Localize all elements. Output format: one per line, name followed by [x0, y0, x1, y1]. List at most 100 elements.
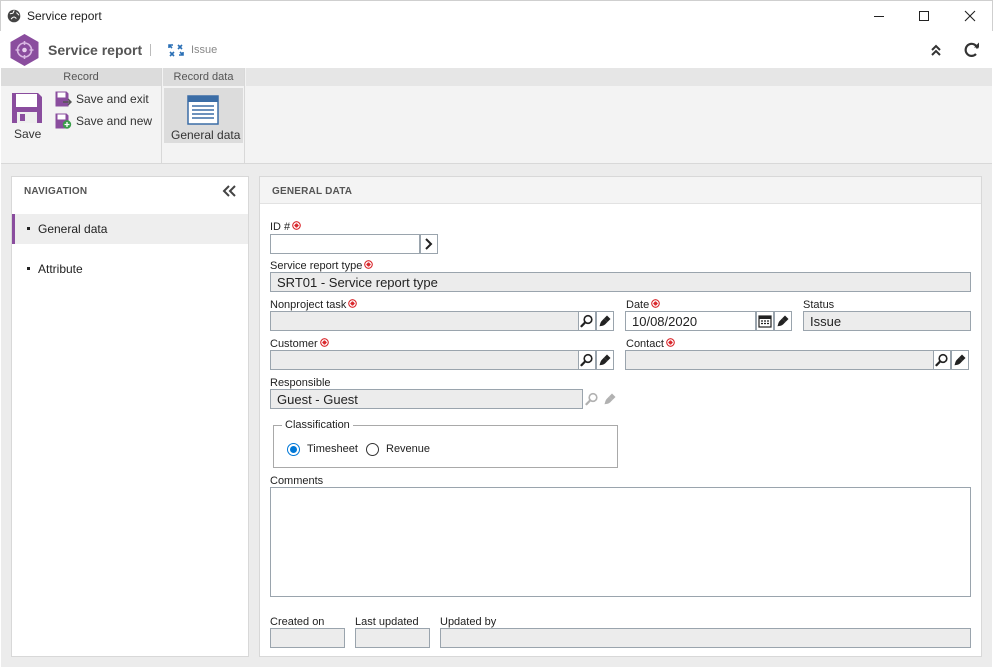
service-report-type-field[interactable]: SRT01 - Service report type [270, 272, 971, 292]
responsible-search-button [583, 389, 601, 409]
required-icon [666, 338, 675, 347]
date-input[interactable] [625, 311, 756, 331]
updated-by-label: Updated by [440, 616, 497, 628]
workflow-icon [168, 44, 184, 57]
app-header: Service report Issue [1, 31, 992, 68]
search-icon [580, 353, 594, 367]
save-and-exit-button[interactable]: Save and exit [54, 90, 158, 108]
classification-legend: Classification [282, 419, 353, 431]
navigation-title: NAVIGATION [24, 186, 88, 197]
contact-search-button[interactable] [933, 350, 951, 370]
responsible-clear-button [601, 389, 619, 409]
created-on-field [270, 628, 345, 648]
radio-button-selected[interactable] [287, 443, 300, 456]
close-button[interactable] [947, 1, 993, 31]
customer-field[interactable] [270, 350, 579, 370]
save-label: Save [14, 127, 42, 141]
status-label: Status [803, 299, 835, 311]
id-input[interactable] [270, 234, 420, 254]
ribbon-group-record-data: Record data [163, 68, 244, 86]
chevron-right-icon [425, 238, 433, 250]
customer-clear-button[interactable] [596, 350, 614, 370]
save-and-exit-label: Save and exit [76, 92, 149, 106]
save-and-new-button[interactable]: Save and new [54, 112, 158, 130]
contact-clear-button[interactable] [951, 350, 969, 370]
eraser-icon [603, 392, 617, 406]
id-next-button[interactable] [420, 234, 438, 254]
minimize-icon [874, 16, 884, 17]
bullet [27, 267, 30, 270]
status-field: Issue [803, 311, 971, 331]
nav-item-label: General data [38, 222, 108, 236]
nonproject-task-field[interactable] [270, 311, 579, 331]
service-report-type-label: Service report type [270, 260, 373, 272]
date-picker-button[interactable] [756, 311, 774, 331]
customer-label: Customer [270, 338, 329, 350]
save-exit-icon [55, 91, 72, 107]
maximize-button[interactable] [901, 1, 947, 31]
search-icon [585, 392, 599, 406]
required-icon [364, 260, 373, 269]
title-bar: Service report [0, 0, 993, 31]
id-label: ID # [270, 221, 301, 233]
eraser-icon [598, 353, 612, 367]
navigation-panel: NAVIGATION General data Attribute [11, 176, 249, 657]
updated-by-field [440, 628, 971, 648]
close-icon [964, 10, 976, 22]
nav-item-attribute[interactable]: Attribute [12, 254, 248, 284]
context-label: Issue [191, 44, 218, 56]
ribbon-group-empty [246, 68, 992, 86]
comments-label: Comments [270, 475, 324, 487]
radio-button[interactable] [366, 443, 379, 456]
last-updated-label: Last updated [355, 616, 419, 628]
last-updated-field [355, 628, 430, 648]
collapse-ribbon-button[interactable] [927, 41, 945, 59]
required-icon [348, 299, 357, 308]
save-button[interactable]: Save [9, 90, 45, 142]
maximize-icon [919, 11, 929, 21]
ribbon-toolbar: Record Record data Save Save and exit Sa… [1, 68, 992, 164]
contact-label: Contact [626, 338, 675, 350]
date-label: Date [626, 299, 660, 311]
search-icon [580, 314, 594, 328]
app-name: Service report [48, 42, 143, 58]
collapse-navigation-button[interactable] [221, 183, 237, 199]
refresh-button[interactable] [962, 40, 982, 60]
ribbon-group-record: Record [1, 68, 161, 86]
nav-item-general-data[interactable]: General data [12, 214, 248, 244]
date-clear-button[interactable] [774, 311, 792, 331]
required-icon [651, 299, 660, 308]
refresh-icon [964, 42, 979, 57]
calendar-icon [758, 315, 772, 328]
required-icon [292, 221, 301, 230]
form-icon [187, 95, 219, 125]
bullet [27, 227, 30, 230]
double-chevron-left-icon [222, 185, 236, 197]
contact-field[interactable] [625, 350, 934, 370]
radio-label: Revenue [386, 443, 431, 455]
comments-textarea[interactable] [270, 487, 971, 597]
nav-item-label: Attribute [38, 262, 83, 276]
window-title: Service report [27, 9, 102, 23]
responsible-field: Guest - Guest [270, 389, 583, 409]
double-chevron-up-icon [931, 44, 941, 56]
minimize-button[interactable] [856, 1, 902, 31]
save-and-new-label: Save and new [76, 114, 153, 128]
nonproject-task-label: Nonproject task [270, 299, 357, 311]
general-data-label: General data [171, 128, 241, 142]
general-data-button[interactable]: General data [164, 88, 243, 143]
customer-search-button[interactable] [578, 350, 596, 370]
nonproject-task-clear-button[interactable] [596, 311, 614, 331]
globe-icon [7, 9, 21, 23]
created-on-label: Created on [270, 616, 325, 628]
search-icon [935, 353, 949, 367]
header-separator [150, 44, 151, 56]
eraser-icon [598, 314, 612, 328]
panel-title: GENERAL DATA [272, 186, 353, 197]
nonproject-task-search-button[interactable] [578, 311, 596, 331]
ribbon-divider [161, 68, 162, 163]
responsible-label: Responsible [270, 377, 331, 389]
service-report-logo-icon [10, 34, 39, 66]
ribbon-divider [244, 68, 245, 163]
radio-label: Timesheet [307, 443, 358, 455]
